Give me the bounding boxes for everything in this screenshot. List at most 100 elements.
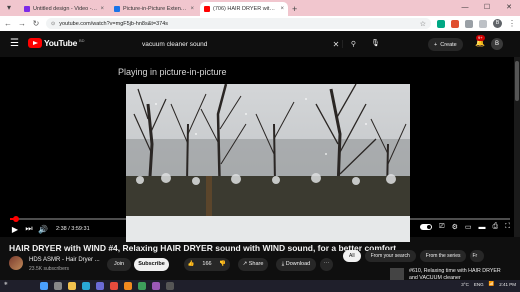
time-display: 2:38 / 3:59:31	[56, 226, 90, 232]
vlc-icon[interactable]	[124, 282, 132, 290]
channel-name[interactable]: HDS ASMR - Hair Dryer ...	[29, 257, 100, 263]
site-info-icon[interactable]: ⊙	[51, 21, 55, 27]
volume-icon[interactable]: 🔊	[36, 225, 50, 234]
account-avatar[interactable]: B	[491, 38, 503, 50]
reload-icon[interactable]: ↻	[32, 19, 40, 28]
tab-label: Picture-in-Picture Extension (b...	[123, 6, 187, 12]
app-icon[interactable]	[138, 282, 146, 290]
youtube-favicon-icon	[204, 6, 210, 12]
forward-icon[interactable]: →	[18, 19, 26, 28]
like-dislike-group: 👍 166 👎	[184, 258, 230, 271]
chip-from-your-search[interactable]: From your search	[364, 250, 416, 262]
fullscreen-icon[interactable]: ⛶	[505, 223, 510, 231]
snowy-park-image	[126, 84, 410, 242]
download-label: Download	[285, 261, 311, 267]
youtube-logo[interactable]: YouTube BD	[28, 38, 85, 48]
maximize-icon[interactable]: ☐	[476, 0, 498, 16]
more-actions-icon[interactable]: ⋯	[320, 258, 333, 271]
tab-label: Untitled design - Video - Canva	[33, 6, 98, 12]
app-icon[interactable]	[152, 282, 160, 290]
menu-kebab-icon[interactable]: ⋮	[508, 19, 516, 28]
download-icon: ⤓	[281, 261, 285, 267]
language-indicator[interactable]: ENG	[474, 282, 484, 287]
browser-toolbar: ← → ↻ ⊙ youtube.com/watch?v=mgF5jb-hn8s&…	[0, 16, 520, 31]
extension-icon[interactable]	[437, 19, 445, 28]
close-tab-icon[interactable]: ×	[280, 6, 284, 12]
file-explorer-icon[interactable]	[68, 282, 76, 290]
picture-in-picture-window[interactable]	[126, 84, 410, 242]
address-bar[interactable]: ⊙ youtube.com/watch?v=mgF5jb-hn8s&t=374s…	[46, 18, 431, 29]
back-icon[interactable]: ←	[4, 19, 12, 28]
like-thumb-icon[interactable]: 👍	[188, 258, 195, 271]
channel-avatar[interactable]	[9, 256, 23, 270]
search-taskbar-icon[interactable]	[54, 282, 62, 290]
taskbar-pinned-apps	[40, 282, 174, 290]
share-button[interactable]: ↗ Share	[238, 258, 268, 271]
hamburger-menu-icon[interactable]: ☰	[10, 39, 19, 49]
country-code: BD	[79, 38, 85, 43]
video-title: HAIR DRYER with WIND #4, Relaxing HAIR D…	[9, 243, 397, 253]
edge-browser-icon[interactable]	[82, 282, 90, 290]
profile-avatar[interactable]: B	[493, 19, 502, 28]
sidebar-icon[interactable]	[479, 19, 487, 28]
tab-search-icon[interactable]: ▾	[3, 2, 15, 14]
tab-label: (706) HAIR DRYER with WIND #...	[213, 6, 277, 12]
autoplay-toggle[interactable]	[419, 224, 432, 230]
play-icon[interactable]: ▶	[8, 225, 22, 234]
player-right-controls: ⎚ ⚙ ▭ ▬ ⎙ ⛶	[419, 223, 510, 231]
create-label: Create	[440, 41, 457, 48]
store-icon[interactable]	[96, 282, 104, 290]
browser-tab-strip: ▾ Untitled design - Video - Canva × Pict…	[0, 0, 520, 16]
search-box[interactable]: vacuum cleaner sound ✕ ⚲	[137, 37, 364, 51]
create-button[interactable]: + Create	[428, 38, 463, 51]
weather-widget[interactable]: ❄	[4, 281, 8, 287]
share-icon: ↗	[242, 261, 248, 267]
subscribe-button[interactable]: Subscribe	[134, 258, 169, 271]
screen: ▾ Untitled design - Video - Canva × Pict…	[0, 0, 520, 292]
theater-mode-icon[interactable]: ▬	[478, 224, 485, 231]
chip-from-the-series[interactable]: From the series	[419, 250, 467, 262]
browser-tab-2[interactable]: Picture-in-Picture Extension (b... ×	[110, 2, 198, 16]
miniplayer-icon[interactable]: ▭	[465, 223, 472, 231]
notification-count-badge: 9+	[476, 35, 485, 41]
close-tab-icon[interactable]: ×	[100, 6, 104, 12]
close-window-icon[interactable]: ✕	[498, 0, 520, 16]
clock[interactable]: 2:41 PM	[499, 282, 516, 287]
settings-gear-icon[interactable]: ⚙	[452, 223, 458, 231]
download-button[interactable]: ⤓ Download	[276, 258, 316, 271]
share-label: Share	[248, 261, 264, 267]
browser-tab-1[interactable]: Untitled design - Video - Canva ×	[20, 2, 108, 16]
dislike-thumb-icon[interactable]: 👎	[219, 258, 226, 271]
microphone-icon[interactable]: 🎙	[371, 39, 380, 47]
weather-temp: 3°C	[461, 281, 469, 287]
canva-favicon-icon	[24, 6, 30, 12]
extension-icon[interactable]	[451, 19, 459, 28]
minimize-icon[interactable]: —	[454, 0, 476, 16]
puzzle-extensions-icon[interactable]	[465, 19, 473, 28]
next-icon[interactable]: ⏭	[22, 224, 36, 234]
chip-truncated[interactable]: Fr	[470, 250, 485, 262]
youtube-play-icon	[28, 38, 42, 48]
clear-search-icon[interactable]: ✕	[330, 40, 342, 49]
subscriber-count: 23.5K subscribers	[29, 266, 70, 272]
subtitles-icon[interactable]: ⎚	[439, 223, 445, 231]
chrome-icon[interactable]	[110, 282, 118, 290]
cast-icon[interactable]: ⎙	[492, 223, 498, 231]
search-input[interactable]: vacuum cleaner sound	[137, 41, 330, 48]
app-icon[interactable]	[166, 282, 174, 290]
close-tab-icon[interactable]: ×	[190, 6, 194, 12]
related-filter-chips: All From your search From the series Fr	[343, 250, 485, 262]
browser-tab-3-active[interactable]: (706) HAIR DRYER with WIND #... ×	[200, 2, 288, 16]
plus-icon: +	[434, 41, 438, 48]
bookmark-star-icon[interactable]: ☆	[420, 20, 426, 28]
page-scrollbar-thumb[interactable]	[515, 61, 519, 101]
system-tray: 3°C ENG 📶 2:41 PM	[461, 281, 516, 287]
search-icon[interactable]: ⚲	[342, 40, 364, 48]
windows-taskbar: ❄ 3°C ENG 📶 2:41 PM	[0, 280, 520, 292]
chip-all[interactable]: All	[343, 250, 361, 262]
wifi-icon[interactable]: 📶	[489, 281, 495, 287]
new-tab-button[interactable]: +	[292, 2, 297, 16]
join-button[interactable]: Join	[107, 258, 131, 271]
extension-favicon-icon	[114, 6, 120, 12]
start-menu-icon[interactable]	[40, 282, 48, 290]
